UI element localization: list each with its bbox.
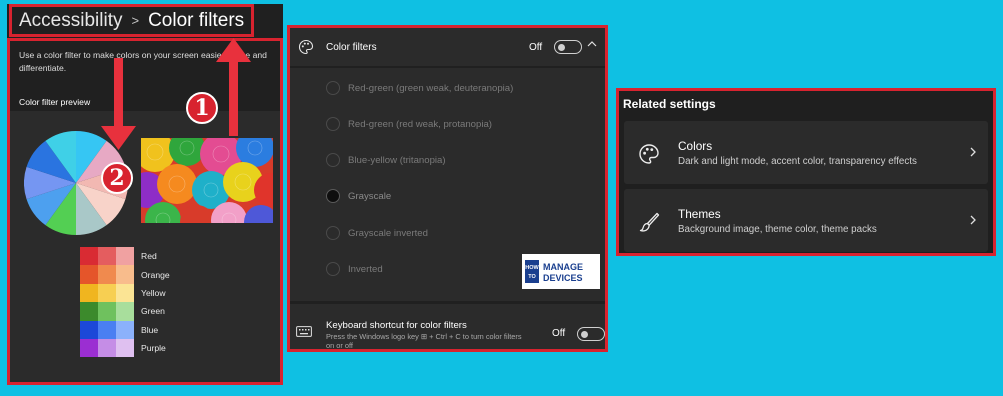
color-filter-option[interactable]: Blue-yellow (tritanopia) — [326, 152, 446, 168]
radio-button[interactable] — [326, 81, 340, 95]
keyboard-shortcut-state: Off — [552, 328, 566, 339]
chevron-right-icon — [970, 147, 976, 157]
color-filters-title: Color filters — [326, 41, 377, 53]
keyboard-shortcut-toggle[interactable] — [577, 327, 605, 341]
related-setting-colors[interactable]: Colors Dark and light mode, accent color… — [624, 121, 988, 184]
radio-button[interactable] — [326, 117, 340, 131]
chevron-up-icon[interactable] — [586, 38, 598, 50]
related-setting-themes-description: Background image, theme color, theme pac… — [678, 224, 877, 235]
svg-text:MANAGE: MANAGE — [543, 262, 583, 272]
keyboard-shortcut-title: Keyboard shortcut for color filters — [326, 320, 467, 331]
up-arrow-icon — [216, 38, 251, 136]
color-filter-option-label: Red-green (red weak, protanopia) — [348, 118, 492, 130]
how-to-manage-devices-logo: HOW TO MANAGE DEVICES — [522, 254, 600, 289]
related-setting-colors-description: Dark and light mode, accent color, trans… — [678, 156, 917, 167]
radio-button[interactable] — [326, 226, 340, 240]
color-filter-option[interactable]: Red-green (red weak, protanopia) — [326, 116, 492, 132]
brush-icon — [639, 212, 660, 232]
palette-icon — [298, 39, 314, 55]
related-setting-themes-name: Themes — [678, 207, 721, 221]
related-setting-themes[interactable]: Themes Background image, theme color, th… — [624, 189, 988, 252]
annotation-badge-1: 1 — [186, 92, 218, 124]
radio-button[interactable] — [326, 153, 340, 167]
color-filter-option-label: Grayscale inverted — [348, 227, 428, 239]
keyboard-icon — [296, 326, 312, 337]
color-filters-settings-panel: Color filters Off HOW TO MANAGE DEVICES … — [287, 25, 608, 352]
color-filter-options: HOW TO MANAGE DEVICES Red-green (green w… — [290, 68, 605, 301]
radio-button[interactable] — [326, 189, 340, 203]
palette-icon — [639, 144, 659, 164]
annotation-badge-2: 2 — [101, 162, 133, 194]
color-filter-option-label: Blue-yellow (tritanopia) — [348, 154, 446, 166]
keyboard-shortcut-row: Keyboard shortcut for color filters Pres… — [290, 304, 605, 350]
related-settings-panel: Related settings Colors Dark and light m… — [616, 88, 996, 256]
color-filter-option[interactable]: Grayscale — [326, 188, 391, 204]
radio-button[interactable] — [326, 262, 340, 276]
color-filter-option[interactable]: Red-green (green weak, deuteranopia) — [326, 80, 513, 96]
related-settings-title: Related settings — [623, 97, 716, 111]
color-filter-option[interactable]: Inverted — [326, 261, 383, 277]
color-filters-header[interactable]: Color filters Off — [290, 28, 605, 66]
svg-text:HOW: HOW — [525, 265, 539, 271]
related-setting-colors-name: Colors — [678, 139, 713, 153]
svg-text:TO: TO — [528, 274, 536, 280]
color-filter-option-label: Red-green (green weak, deuteranopia) — [348, 82, 514, 94]
color-filter-option-label: Grayscale — [348, 190, 392, 202]
color-filter-option-label: Inverted — [348, 263, 383, 275]
color-filters-state: Off — [529, 41, 543, 53]
color-filter-option[interactable]: Grayscale inverted — [326, 225, 428, 241]
logo-graphic: HOW TO MANAGE DEVICES — [525, 260, 583, 283]
svg-text:DEVICES: DEVICES — [543, 273, 583, 283]
down-arrow-icon — [101, 58, 136, 150]
keyboard-shortcut-description: Press the Windows logo key ⊞ + Ctrl + C … — [326, 332, 522, 350]
chevron-right-icon — [970, 215, 976, 225]
color-filters-toggle[interactable] — [554, 40, 582, 54]
